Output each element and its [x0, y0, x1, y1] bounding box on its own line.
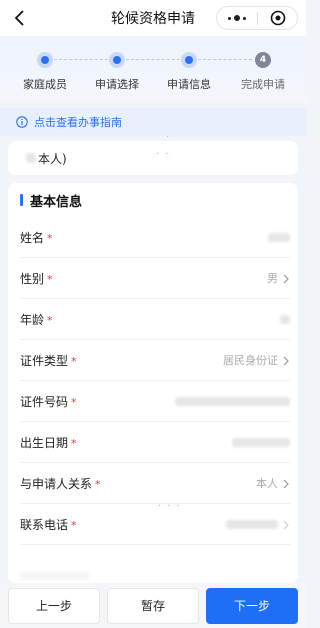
field-age[interactable]: 年龄 *	[20, 299, 290, 340]
field-value: 居民身份证	[223, 354, 278, 367]
field-label: 姓名	[20, 230, 45, 245]
field-phone[interactable]: 联系电话 *	[20, 504, 290, 545]
step-3-indicator	[181, 52, 197, 68]
required-mark: *	[71, 395, 77, 409]
field-id-number[interactable]: 证件号码 *	[20, 381, 290, 422]
next-field-partial	[20, 569, 220, 583]
step-connector	[126, 59, 180, 60]
blurred-name	[26, 153, 36, 163]
step-4-indicator: 4	[255, 52, 271, 68]
guide-link-text: 点击查看办事指南	[34, 116, 122, 129]
chevron-right-icon	[282, 474, 290, 493]
section-accent-bar	[20, 194, 23, 206]
field-label: 年龄	[20, 312, 45, 327]
field-label: 联系电话	[20, 517, 69, 532]
member-tab[interactable]: 本人) ··	[8, 141, 298, 175]
section-header: 基本信息	[8, 183, 298, 217]
chevron-left-icon[interactable]	[10, 8, 30, 28]
field-label: 证件号码	[20, 394, 69, 409]
basic-info-card: 基本信息 姓名 * 性别 * 男 年龄 * 证件类型 * 居民身份证 证件号码 * 出生日…	[8, 183, 298, 583]
required-mark: *	[95, 477, 101, 491]
member-tab-label: 本人)	[38, 151, 67, 166]
field-id-type[interactable]: 证件类型 * 居民身份证	[20, 340, 290, 381]
info-circle-icon	[16, 113, 28, 132]
loading-dots: ··	[156, 149, 175, 160]
mini-program-capsule	[216, 6, 298, 30]
field-label: 与申请人关系	[20, 476, 93, 491]
navigation-bar: 轮候资格申请	[0, 0, 306, 36]
step-connector	[54, 59, 108, 60]
guide-link[interactable]: 点击查看办事指南	[0, 108, 306, 136]
required-mark: *	[71, 518, 77, 532]
field-value: 本人	[256, 477, 278, 490]
prev-step-button[interactable]: 上一步	[8, 587, 100, 624]
page-title: 轮候资格申请	[111, 11, 195, 27]
field-gender[interactable]: 性别 * 男	[20, 258, 290, 299]
field-birth-date[interactable]: 出生日期 *	[20, 422, 290, 463]
blurred-text	[20, 572, 90, 580]
section-title: 基本信息	[30, 194, 83, 210]
field-relationship[interactable]: 与申请人关系 * 本人	[20, 463, 290, 504]
required-mark: *	[71, 436, 77, 450]
action-footer: 上一步 暂存 下一步	[0, 583, 306, 628]
chevron-right-icon	[282, 351, 290, 370]
blurred-value	[175, 396, 290, 406]
step-connector	[198, 59, 252, 60]
next-step-button[interactable]: 下一步	[206, 587, 298, 624]
blurred-value	[280, 314, 290, 324]
step-1-indicator	[37, 52, 53, 68]
step-3-label: 申请信息	[167, 78, 211, 91]
blurred-value	[232, 437, 290, 447]
field-name[interactable]: 姓名 *	[20, 217, 290, 258]
step-4-label: 完成申请	[241, 78, 285, 91]
step-1-label: 家庭成员	[23, 78, 67, 91]
target-circle-icon[interactable]	[258, 10, 297, 26]
step-progress: 4 家庭成员 申请选择 申请信息 完成申请	[0, 36, 306, 102]
blurred-value	[226, 519, 278, 529]
required-mark: *	[47, 313, 53, 327]
required-mark: *	[47, 272, 53, 286]
required-mark: *	[47, 231, 53, 245]
save-draft-button[interactable]: 暂存	[107, 587, 199, 624]
field-label: 性别	[20, 271, 45, 286]
more-dots-icon[interactable]	[217, 15, 257, 21]
step-2-indicator	[109, 52, 125, 68]
field-label: 出生日期	[20, 435, 69, 450]
field-label: 证件类型	[20, 353, 69, 368]
chevron-right-icon	[282, 515, 290, 534]
blurred-value	[268, 232, 290, 242]
required-mark: *	[71, 354, 77, 368]
step-2-label: 申请选择	[95, 78, 139, 91]
chevron-right-icon	[282, 269, 290, 288]
field-value: 男	[267, 272, 278, 285]
